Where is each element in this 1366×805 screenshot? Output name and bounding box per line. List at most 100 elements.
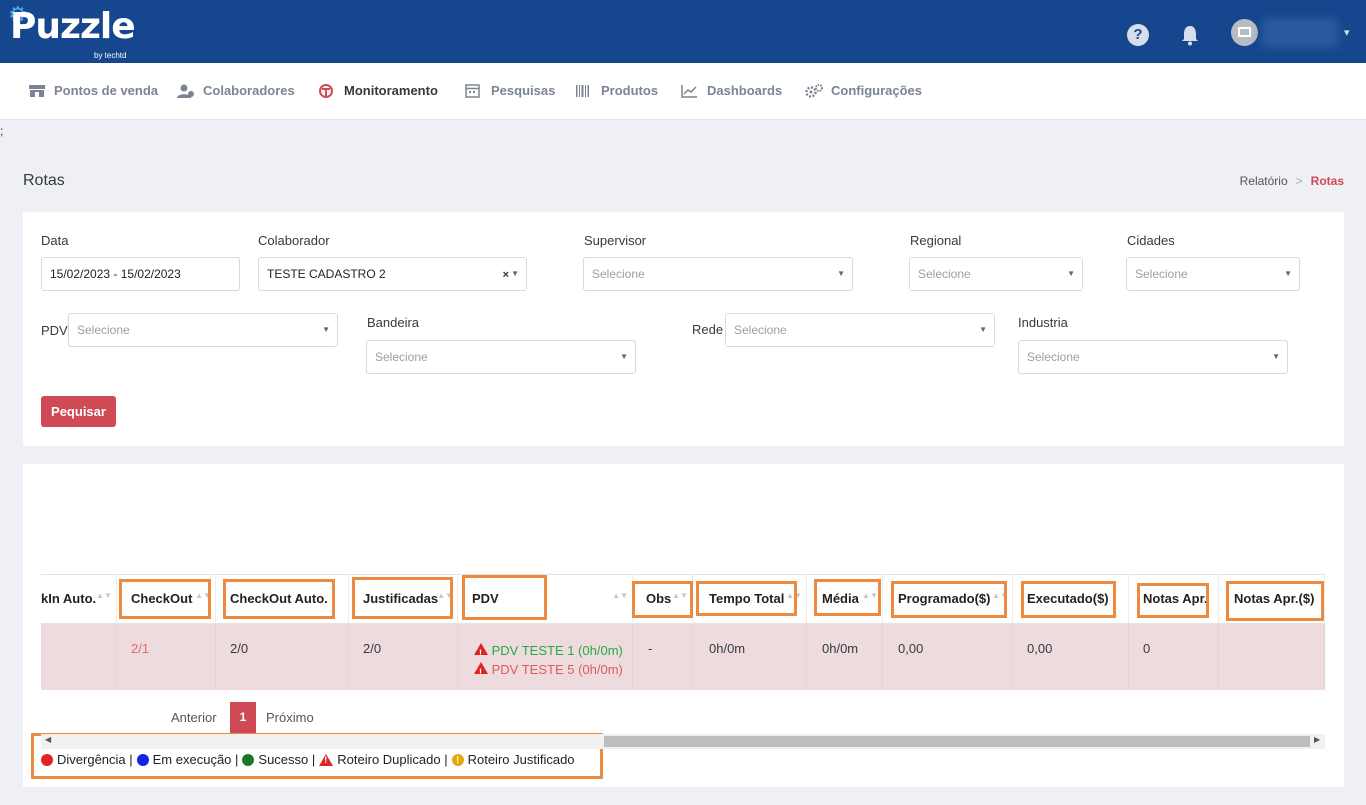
gears-icon (805, 83, 823, 98)
table-cell-checkout-auto: 2/0 (216, 624, 349, 690)
date-range-input[interactable]: 15/02/2023 - 15/02/2023 (41, 257, 240, 291)
rede-placeholder: Selecione (734, 323, 787, 337)
data-label: Data (41, 233, 69, 248)
sort-icon[interactable]: ▲▼ (195, 592, 211, 600)
nav-label: Pesquisas (491, 83, 556, 98)
table-cell-tempo-total: 0h/0m (693, 624, 807, 690)
pdv-select[interactable]: Selecione ▼ (68, 313, 338, 347)
breadcrumb-relatorio[interactable]: Relatório (1240, 174, 1288, 188)
nav-colaboradores[interactable]: Colaboradores (177, 83, 295, 98)
nav-label: Dashboards (707, 83, 783, 98)
cidades-select[interactable]: Selecione ▼ (1126, 257, 1300, 291)
rede-select[interactable]: Selecione ▼ (725, 313, 995, 347)
bandeira-select[interactable]: Selecione ▼ (366, 340, 636, 374)
users-icon (177, 84, 194, 98)
sort-icon[interactable]: ▲▼ (437, 592, 453, 600)
table-cell-media: 0h/0m (807, 624, 883, 690)
column-header-justificadas[interactable]: Justificadas ▲▼ (349, 574, 458, 624)
table-cell-checkin-auto (41, 624, 117, 690)
app-logo[interactable]: Puzzle (10, 6, 136, 47)
pdv-label: PDV (41, 323, 68, 338)
chevron-down-icon: ▼ (1067, 269, 1075, 278)
supervisor-label: Supervisor (584, 233, 647, 248)
legend-sucesso: Sucesso | (258, 752, 316, 767)
nav-dashboards[interactable]: Dashboards (681, 83, 782, 98)
column-header-programado[interactable]: Programado($) ▲▼ (883, 574, 1013, 624)
table-cell-notas-apr-valor (1219, 624, 1325, 690)
sort-icon[interactable]: ▲▼ (612, 592, 628, 600)
scrollbar-thumb[interactable] (604, 736, 1310, 747)
calendar-icon (465, 83, 480, 98)
nav-monitoramento[interactable]: Monitoramento (318, 83, 438, 98)
clear-icon[interactable]: × (503, 259, 509, 291)
stray-text: ; (0, 124, 4, 138)
table-cell-programado: 0,00 (883, 624, 1013, 690)
column-header-obs[interactable]: Obs ▲▼ (633, 574, 693, 624)
sort-icon[interactable]: ▲▼ (672, 592, 688, 600)
supervisor-select[interactable]: Selecione ▼ (583, 257, 853, 291)
search-button[interactable]: Pequisar (41, 396, 116, 427)
sort-icon[interactable]: ▲▼ (862, 592, 878, 600)
colaborador-label: Colaborador (258, 233, 330, 248)
regional-label: Regional (910, 233, 962, 248)
column-header-checkin-auto[interactable]: kIn Auto. ▲▼ (41, 574, 117, 624)
chevron-down-icon: ▼ (511, 269, 519, 278)
table-cell-pdv: PDV TESTE 1 (0h/0m) PDV TESTE 5 (0h/0m) (458, 624, 633, 690)
column-header-notas-apr[interactable]: Notas Apr. (1129, 574, 1219, 624)
column-header-executado[interactable]: Executado($) (1013, 574, 1129, 624)
chevron-down-icon: ▼ (620, 352, 628, 361)
pagination-previous[interactable]: Anterior (171, 710, 217, 725)
industria-select[interactable]: Selecione ▼ (1018, 340, 1288, 374)
justified-info-icon: ! (451, 753, 464, 766)
legend-divergencia: Divergência | (57, 752, 133, 767)
sort-icon[interactable]: ▲▼ (992, 592, 1008, 600)
column-header-tempo-total[interactable]: Tempo Total ▲▼ (693, 574, 807, 624)
supervisor-placeholder: Selecione (592, 267, 645, 281)
pdv-entry[interactable]: PDV TESTE 1 (0h/0m) (474, 641, 632, 663)
nav-pesquisas[interactable]: Pesquisas (465, 83, 555, 98)
sort-icon[interactable]: ▲▼ (96, 592, 112, 600)
legend-em-execucao: Em execução | (152, 752, 239, 767)
page-title: Rotas (23, 172, 65, 189)
table-cell-checkout[interactable]: 2/1 (117, 624, 216, 690)
nav-label: Configurações (831, 83, 923, 98)
legend-justificado: Roteiro Justificado (467, 752, 575, 767)
nav-configuracoes[interactable]: Configurações (805, 83, 922, 98)
colaborador-select[interactable]: TESTE CADASTRO 2 × ▼ (258, 257, 527, 291)
regional-select[interactable]: Selecione ▼ (909, 257, 1083, 291)
sort-icon[interactable]: ▲▼ (786, 592, 802, 600)
duplicate-warning-icon (474, 643, 488, 663)
pagination-page-1[interactable]: 1 (230, 702, 256, 733)
top-bar: ⚙ Puzzle by techtd ? ▾ (0, 0, 1366, 63)
user-menu-caret-icon[interactable]: ▾ (1344, 26, 1350, 39)
column-header-checkout[interactable]: CheckOut ▲▼ (117, 574, 216, 624)
chevron-down-icon: ▼ (979, 325, 987, 334)
table-cell-obs: - (633, 624, 693, 690)
chevron-down-icon: ▼ (1272, 352, 1280, 361)
chevron-down-icon: ▼ (1284, 269, 1292, 278)
pagination-next[interactable]: Próximo (266, 710, 314, 725)
bandeira-label: Bandeira (367, 315, 420, 330)
nav-produtos[interactable]: Produtos (575, 83, 658, 98)
success-dot-icon (242, 753, 255, 766)
help-icon[interactable]: ? (1127, 24, 1149, 46)
breadcrumb: Relatório > Rotas (1240, 174, 1344, 188)
scroll-right-icon[interactable]: ▶ (1314, 735, 1320, 744)
industria-label: Industria (1018, 315, 1068, 330)
image-icon (1238, 27, 1251, 37)
column-header-media[interactable]: Média ▲▼ (807, 574, 883, 624)
column-header-pdv[interactable]: PDV ▲▼ (458, 574, 633, 624)
column-header-checkout-auto[interactable]: CheckOut Auto. (216, 574, 349, 624)
duplicate-warning-icon (319, 753, 334, 766)
scroll-left-icon[interactable]: ◀ (45, 735, 51, 744)
notification-bell-icon[interactable] (1180, 24, 1200, 46)
nav-pontos-de-venda[interactable]: Pontos de venda (28, 83, 158, 98)
industria-placeholder: Selecione (1027, 350, 1080, 364)
column-header-notas-apr-valor[interactable]: Notas Apr.($) (1219, 574, 1325, 624)
pdv-entry[interactable]: PDV TESTE 5 (0h/0m) (474, 660, 632, 682)
store-icon (29, 84, 45, 97)
bandeira-placeholder: Selecione (375, 350, 428, 364)
user-avatar[interactable] (1231, 19, 1258, 46)
cidades-label: Cidades (1127, 233, 1175, 248)
user-name-redacted[interactable] (1262, 18, 1338, 48)
